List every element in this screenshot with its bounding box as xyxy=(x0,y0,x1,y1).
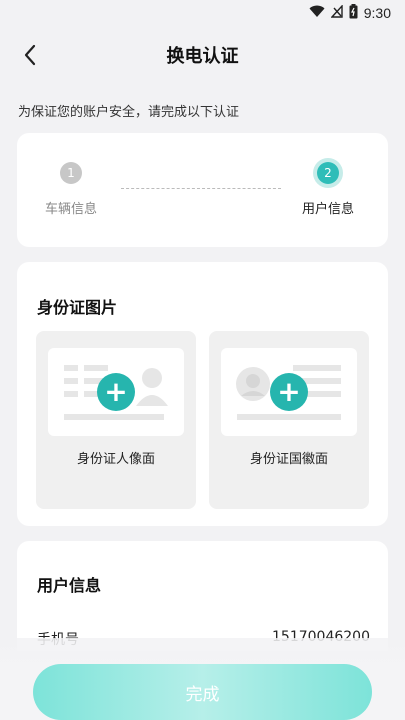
step-number: 1 xyxy=(60,162,82,184)
step-number: 2 xyxy=(317,162,339,184)
back-button[interactable] xyxy=(18,43,42,67)
nav-bar: 换电认证 xyxy=(0,26,405,84)
status-bar: 9:30 xyxy=(0,0,405,26)
status-time: 9:30 xyxy=(363,5,391,21)
step-connector xyxy=(121,188,281,189)
security-notice: 为保证您的账户安全，请完成以下认证 xyxy=(18,105,240,120)
id-front-upload[interactable]: + 身份证人像面 xyxy=(36,331,196,509)
id-back-placeholder: + xyxy=(221,348,357,436)
id-front-label: 身份证人像面 xyxy=(76,452,155,467)
id-back-upload[interactable]: + 身份证国徽面 xyxy=(209,331,369,509)
page-title: 换电认证 xyxy=(166,46,239,67)
section-title: 用户信息 xyxy=(37,576,102,595)
battery-icon xyxy=(349,3,358,23)
add-icon: + xyxy=(270,373,308,411)
id-back-label: 身份证国徽面 xyxy=(249,452,328,467)
id-front-placeholder: + xyxy=(48,348,184,436)
progress-steps: 1 车辆信息 2 用户信息 xyxy=(17,133,388,247)
chevron-left-icon xyxy=(24,44,36,66)
step-label: 用户信息 xyxy=(302,202,355,217)
user-info-section: 用户信息 手机号 15170046200 xyxy=(17,541,388,651)
id-card-section: 身份证图片 + 身份证人像面 + 身份证国徽面 xyxy=(17,262,388,526)
step-vehicle-info: 1 车辆信息 xyxy=(45,162,97,217)
wifi-icon xyxy=(309,5,325,22)
add-icon: + xyxy=(97,373,135,411)
signal-icon xyxy=(330,3,343,22)
footer: 完成 xyxy=(0,638,405,720)
finish-button[interactable]: 完成 xyxy=(33,664,372,720)
step-user-info: 2 用户信息 xyxy=(302,162,354,217)
section-title: 身份证图片 xyxy=(37,298,118,317)
step-label: 车辆信息 xyxy=(45,202,98,217)
